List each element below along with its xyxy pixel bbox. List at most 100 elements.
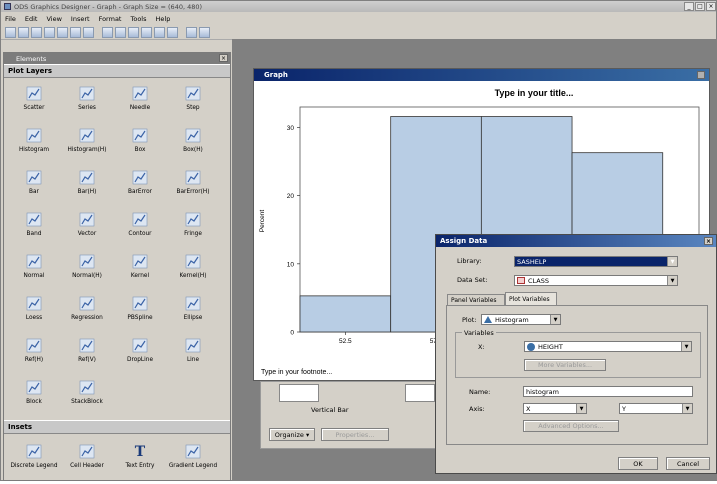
cut-icon[interactable] — [154, 26, 165, 38]
element-ref-v[interactable]: Ref(V) — [63, 336, 111, 372]
element-gradient-legend[interactable]: Gradient Legend — [169, 442, 217, 478]
contour-icon — [132, 212, 148, 227]
chart-icon[interactable] — [199, 26, 210, 38]
save-icon[interactable] — [44, 26, 55, 38]
element-scatter[interactable]: Scatter — [10, 84, 58, 120]
element-label: StackBlock — [71, 399, 103, 405]
undo-icon[interactable] — [102, 26, 113, 38]
close-button[interactable]: × — [706, 2, 716, 11]
element-kernel-h[interactable]: Kernel(H) — [169, 252, 217, 288]
tab-plot-variables[interactable]: Plot Variables — [505, 292, 557, 305]
stackblock-icon — [79, 380, 95, 395]
element-cell-header[interactable]: Cell Header — [63, 442, 111, 478]
element-block[interactable]: Block — [10, 378, 58, 414]
bar-error-icon — [132, 170, 148, 185]
element-box-h[interactable]: Box(H) — [169, 126, 217, 162]
element-bar[interactable]: Bar — [10, 168, 58, 204]
minimize-button[interactable]: _ — [684, 2, 694, 11]
graph-maximize-button[interactable] — [697, 71, 705, 79]
element-box[interactable]: Box — [116, 126, 164, 162]
menu-edit[interactable]: Edit — [25, 15, 38, 23]
element-fringe[interactable]: Fringe — [169, 210, 217, 246]
menu-insert[interactable]: Insert — [71, 15, 90, 23]
y-tick-label: 0 — [290, 330, 294, 337]
axis-label: Axis: — [469, 405, 485, 413]
layout-icon[interactable] — [186, 26, 197, 38]
paste-icon[interactable] — [141, 26, 152, 38]
new-icon[interactable] — [18, 26, 29, 38]
cancel-button[interactable]: Cancel — [666, 457, 710, 470]
properties-button[interactable]: Properties... — [321, 428, 389, 441]
menu-tools[interactable]: Tools — [130, 15, 146, 23]
numeric-variable-icon — [527, 342, 535, 351]
element-label: Contour — [128, 231, 152, 237]
element-bar-error-h[interactable]: BarError(H) — [169, 168, 217, 204]
element-text-entry[interactable]: T Text Entry — [116, 442, 164, 478]
plot-layers-grid: Scatter Series Needle Step Histogram Histogra… — [4, 78, 230, 420]
element-normal-h[interactable]: Normal(H) — [63, 252, 111, 288]
element-kernel[interactable]: Kernel — [116, 252, 164, 288]
vertical-bar-thumbnail[interactable] — [279, 384, 319, 402]
element-label: BarError(H) — [176, 189, 210, 195]
element-label: Histogram — [18, 147, 50, 153]
element-step[interactable]: Step — [169, 84, 217, 120]
element-pbspline[interactable]: PBSpline — [116, 294, 164, 330]
text-entry-icon: T — [134, 443, 146, 460]
elements-close-button[interactable]: × — [219, 54, 228, 62]
vertical-bar-label: Vertical Bar — [311, 406, 349, 414]
advanced-options-button[interactable]: Advanced Options... — [523, 420, 619, 432]
ok-button[interactable]: OK — [618, 457, 658, 470]
new-graph-icon[interactable] — [5, 26, 16, 38]
name-input[interactable]: histogram — [523, 386, 693, 397]
element-bar-h[interactable]: Bar(H) — [63, 168, 111, 204]
copy-icon[interactable] — [128, 26, 139, 38]
print-icon[interactable] — [70, 26, 81, 38]
element-loess[interactable]: Loess — [10, 294, 58, 330]
element-ref-h[interactable]: Ref(H) — [10, 336, 58, 372]
dataset-select[interactable]: CLASS ▼ — [514, 275, 678, 286]
plot-select[interactable]: Histogram ▼ — [481, 314, 561, 325]
element-stackblock[interactable]: StackBlock — [63, 378, 111, 414]
dataset-value: CLASS — [528, 276, 550, 285]
element-histogram[interactable]: Histogram — [10, 126, 58, 162]
more-variables-button[interactable]: More Variables... — [524, 359, 606, 371]
element-bar-error[interactable]: BarError — [116, 168, 164, 204]
x-variable-select[interactable]: HEIGHT ▼ — [524, 341, 692, 352]
element-histogram-h[interactable]: Histogram(H) — [63, 126, 111, 162]
organize-button[interactable]: Organize ▾ — [269, 428, 315, 441]
element-vector[interactable]: Vector — [63, 210, 111, 246]
chart-title[interactable]: Type in your title... — [495, 88, 574, 98]
menu-view[interactable]: View — [46, 15, 61, 23]
menu-format[interactable]: Format — [99, 15, 122, 23]
plot-label: Plot: — [462, 316, 477, 324]
chart-thumbnail-2[interactable] — [405, 384, 435, 402]
element-dropline[interactable]: DropLine — [116, 336, 164, 372]
element-normal[interactable]: Normal — [10, 252, 58, 288]
library-select[interactable]: SASHELP ▼ — [514, 256, 678, 267]
element-needle[interactable]: Needle — [116, 84, 164, 120]
chart-footnote[interactable]: Type in your footnote... — [261, 369, 332, 376]
element-series[interactable]: Series — [63, 84, 111, 120]
element-label: BarError — [127, 189, 153, 195]
save-all-icon[interactable] — [57, 26, 68, 38]
axis-y-select[interactable]: Y ▼ — [619, 403, 693, 414]
redo-icon[interactable] — [115, 26, 126, 38]
tab-panel-variables[interactable]: Panel Variables — [447, 294, 505, 305]
preview-icon[interactable] — [83, 26, 94, 38]
element-ellipse[interactable]: Ellipse — [169, 294, 217, 330]
element-label: Kernel — [130, 273, 150, 279]
element-band[interactable]: Band — [10, 210, 58, 246]
dialog-close-button[interactable]: × — [704, 237, 713, 245]
open-icon[interactable] — [31, 26, 42, 38]
element-label: Series — [78, 105, 96, 111]
zoom-icon[interactable] — [167, 26, 178, 38]
menu-help[interactable]: Help — [156, 15, 171, 23]
menu-file[interactable]: File — [5, 15, 16, 23]
maximize-button[interactable]: □ — [695, 2, 705, 11]
element-discrete-legend[interactable]: Discrete Legend — [10, 442, 58, 478]
element-contour[interactable]: Contour — [116, 210, 164, 246]
element-line[interactable]: Line — [169, 336, 217, 372]
dialog-title-bar: Assign Data × — [436, 235, 716, 247]
element-regression[interactable]: Regression — [63, 294, 111, 330]
axis-x-select[interactable]: X ▼ — [523, 403, 587, 414]
